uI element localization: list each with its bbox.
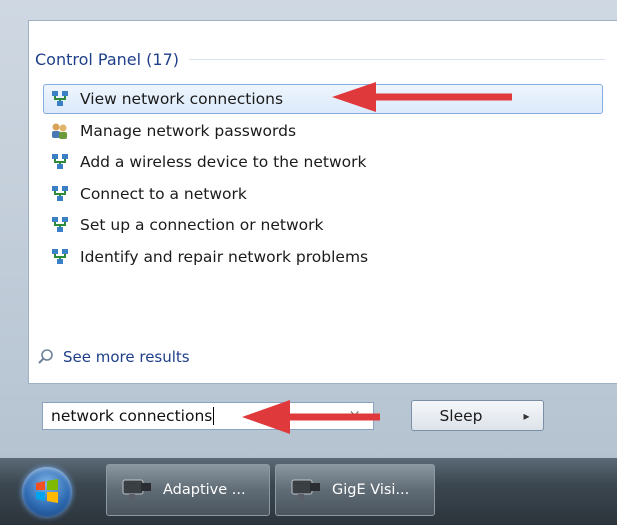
start-orb-button[interactable] bbox=[22, 467, 72, 517]
camera-icon bbox=[122, 479, 151, 502]
network-icon bbox=[52, 185, 68, 201]
taskbar-item-label: Adaptive ... bbox=[163, 482, 246, 498]
arrow-right-icon: ▸ bbox=[523, 408, 530, 423]
group-divider bbox=[189, 58, 605, 60]
network-icon bbox=[52, 217, 68, 232]
result-manage-network-passwords[interactable]: Manage network passwords bbox=[43, 116, 603, 146]
result-label: Identify and repair network problems bbox=[80, 247, 369, 266]
sleep-button[interactable]: Sleep bbox=[411, 400, 511, 431]
network-icon bbox=[52, 248, 68, 264]
control-panel-group-header[interactable]: Control Panel (17) bbox=[35, 47, 605, 71]
see-more-results-link[interactable]: See more results bbox=[37, 348, 190, 366]
search-results-pane: Control Panel (17) View network connecti… bbox=[28, 20, 617, 384]
result-label: Add a wireless device to the network bbox=[80, 153, 367, 171]
network-icon bbox=[52, 91, 68, 106]
text-caret bbox=[213, 407, 215, 425]
result-set-up-connection[interactable]: Set up a connection or network bbox=[43, 210, 603, 240]
result-label: View network connections bbox=[80, 90, 284, 108]
sleep-label: Sleep bbox=[439, 406, 483, 425]
result-identify-repair[interactable]: Identify and repair network problems bbox=[43, 242, 603, 272]
clear-search-icon[interactable]: × bbox=[348, 406, 361, 424]
windows-logo-icon bbox=[36, 479, 58, 503]
taskbar-item-adaptive[interactable]: Adaptive ... bbox=[106, 464, 270, 516]
magnifier-icon bbox=[38, 349, 53, 364]
users-key-icon bbox=[52, 123, 67, 139]
group-title: Control Panel (17) bbox=[35, 49, 180, 69]
result-list: View network connections Manage network … bbox=[43, 84, 603, 273]
camera-icon bbox=[291, 479, 320, 502]
see-more-label: See more results bbox=[63, 348, 190, 366]
start-search-input[interactable]: network connections × bbox=[42, 402, 374, 430]
start-menu: Control Panel (17) View network connecti… bbox=[0, 0, 617, 460]
result-label: Set up a connection or network bbox=[80, 216, 324, 234]
power-options-button[interactable]: ▸ bbox=[510, 400, 544, 431]
result-connect-to-network[interactable]: Connect to a network bbox=[43, 179, 603, 209]
result-view-network-connections[interactable]: View network connections bbox=[43, 84, 603, 114]
taskbar-item-gige[interactable]: GigE Visi... bbox=[275, 464, 435, 516]
result-label: Manage network passwords bbox=[80, 121, 297, 140]
result-add-wireless-device[interactable]: Add a wireless device to the network bbox=[43, 147, 603, 177]
network-icon bbox=[52, 154, 68, 169]
taskbar-item-label: GigE Visi... bbox=[332, 482, 410, 498]
result-label: Connect to a network bbox=[80, 184, 247, 203]
search-value: network connections bbox=[51, 407, 213, 425]
